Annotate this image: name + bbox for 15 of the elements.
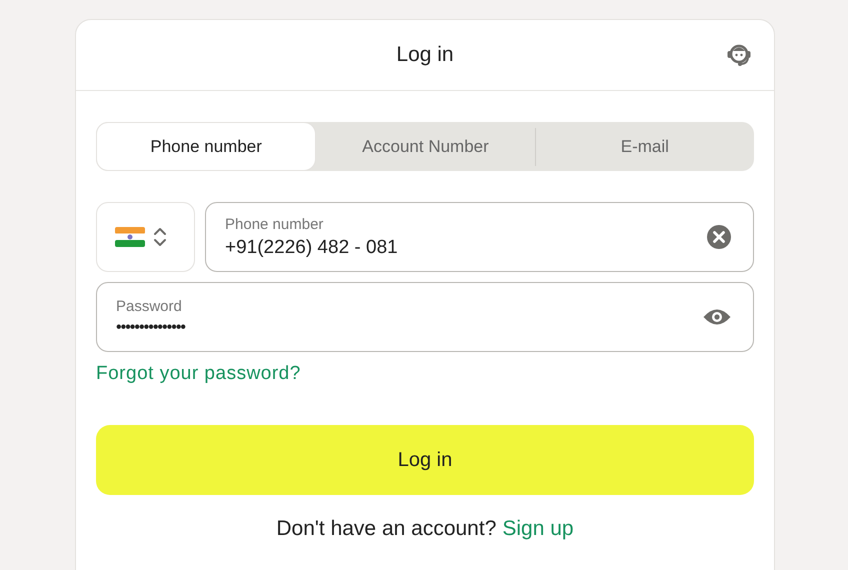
no-account-text: Don't have an account? <box>276 517 496 541</box>
password-field[interactable]: Password ••••••••••••••• <box>96 282 754 352</box>
phone-number-field[interactable]: Phone number +91(2226) 482 - 081 <box>205 202 754 272</box>
login-button[interactable]: Log in <box>96 425 754 495</box>
dialog-title: Log in <box>396 43 454 67</box>
up-down-chevron-icon <box>153 226 167 248</box>
login-method-tab[interactable]: Phone number <box>96 122 316 171</box>
login-method-tab[interactable]: E-mail <box>536 122 754 171</box>
forgot-password-link[interactable]: Forgot your password? <box>96 363 301 385</box>
sign-up-link[interactable]: Sign up <box>502 517 574 541</box>
eye-icon[interactable] <box>703 308 731 326</box>
login-method-tab[interactable]: Account Number <box>316 122 535 171</box>
flag-icon <box>115 227 145 247</box>
clear-icon[interactable] <box>707 225 731 249</box>
country-selector[interactable] <box>96 202 195 272</box>
